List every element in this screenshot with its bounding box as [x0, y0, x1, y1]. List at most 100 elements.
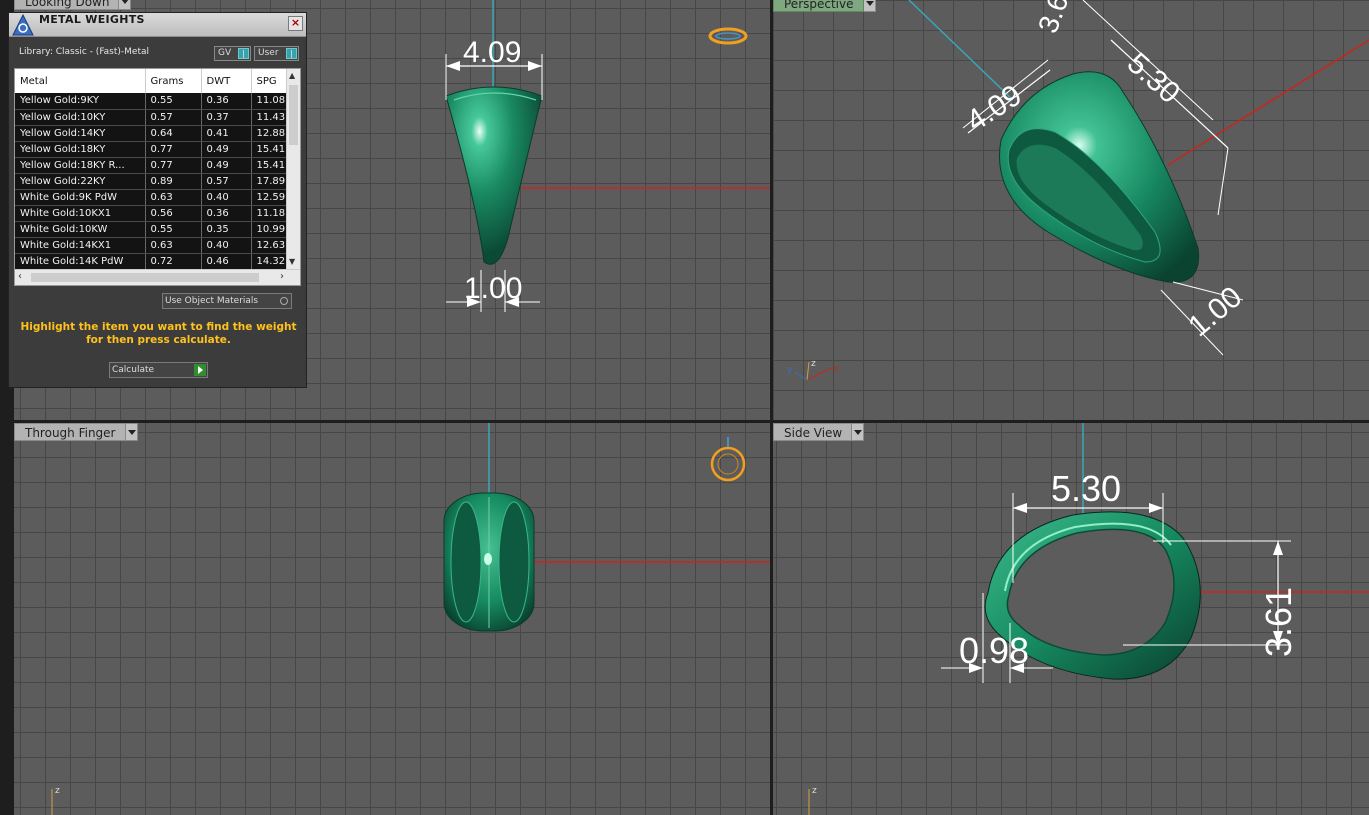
table-row[interactable]: Yellow Gold:18KY 0.77 0.49 15.41 — [15, 141, 287, 158]
viewport-perspective[interactable]: Perspective 4.09 5.30 3.6 1.00 x z y — [773, 0, 1369, 420]
cell-grams: 0.63 — [145, 189, 202, 206]
dim-top-width: 4.09 — [463, 36, 521, 69]
scrollbar-thumb[interactable] — [289, 85, 298, 145]
cell-metal: White Gold:10KW — [15, 221, 146, 238]
dim-top-bottom: 1.00 — [464, 272, 522, 305]
axis-indicator-icon: z — [51, 786, 60, 815]
metal-table-container[interactable]: Metal Grams DWT SPG Yellow Gold:9KY 0.55 0… — [14, 68, 301, 286]
column-header-metal[interactable]: Metal — [15, 69, 146, 93]
instruction-text: Highlight the item you want to find the … — [20, 321, 297, 346]
cell-dwt: 0.57 — [201, 173, 252, 190]
column-header-grams[interactable]: Grams — [145, 69, 202, 93]
cell-grams: 0.55 — [145, 221, 202, 238]
cell-dwt: 0.40 — [201, 237, 252, 254]
viewport-side-view[interactable]: Side View 5.30 3.61 0.98 z — [773, 423, 1369, 815]
column-header-spg[interactable]: SPG — [251, 69, 287, 93]
view-gizmo-icon[interactable] — [710, 437, 746, 482]
play-arrow-icon — [194, 364, 206, 376]
radio-icon[interactable] — [280, 297, 288, 305]
cell-spg: 17.89 — [251, 173, 287, 190]
axis-triad-icon: x z y — [787, 359, 839, 381]
cell-dwt: 0.37 — [201, 109, 252, 126]
panel-titlebar[interactable]: METAL WEIGHTS × — [9, 13, 306, 37]
svg-text:y: y — [787, 365, 793, 375]
cell-dwt: 0.35 — [201, 221, 252, 238]
svg-text:z: z — [812, 786, 817, 796]
table-row[interactable]: White Gold:14KX1 0.63 0.40 12.63 — [15, 237, 287, 254]
table-row[interactable]: Yellow Gold:22KY 0.89 0.57 17.89 — [15, 173, 287, 190]
dim-persp-height: 3.6 — [1032, 0, 1074, 37]
use-object-materials-label: Use Object Materials — [165, 296, 259, 306]
cell-spg: 15.41 — [251, 157, 287, 174]
cell-dwt: 0.41 — [201, 125, 252, 142]
cell-metal: Yellow Gold:14KY — [15, 125, 146, 142]
cell-dwt: 0.49 — [201, 157, 252, 174]
calculate-label: Calculate — [112, 365, 155, 375]
gv-toggle-label: GV — [218, 48, 232, 58]
cell-spg: 11.18 — [251, 205, 287, 222]
cell-dwt: 0.49 — [201, 141, 252, 158]
cell-metal: Yellow Gold:9KY — [15, 93, 146, 110]
table-row[interactable]: Yellow Gold:14KY 0.64 0.41 12.88 — [15, 125, 287, 142]
cell-spg: 11.43 — [251, 109, 287, 126]
table-header-row: Metal Grams DWT SPG — [15, 69, 287, 93]
viewport-through-finger[interactable]: Through Finger z — [14, 423, 770, 815]
cell-grams: 0.72 — [145, 253, 202, 270]
calculate-button[interactable]: Calculate — [109, 362, 208, 378]
dim-side-length: 5.30 — [1051, 468, 1121, 509]
column-header-dwt[interactable]: DWT — [201, 69, 252, 93]
cell-spg: 15.41 — [251, 141, 287, 158]
cell-dwt: 0.36 — [201, 205, 252, 222]
toggle-knob-icon: | — [238, 48, 249, 59]
cell-metal: Yellow Gold:22KY — [15, 173, 146, 190]
cell-metal: White Gold:14K PdW — [15, 253, 146, 270]
svg-text:x: x — [833, 364, 839, 374]
ring-top-view — [445, 86, 543, 265]
scroll-up-icon[interactable]: ▲ — [289, 71, 295, 81]
dim-side-height: 3.61 — [1258, 587, 1299, 657]
cell-metal: Yellow Gold:18KY — [15, 141, 146, 158]
cell-grams: 0.64 — [145, 125, 202, 142]
axis-indicator-icon: z — [808, 786, 817, 815]
table-row[interactable]: Yellow Gold:10KY 0.57 0.37 11.43 — [15, 109, 287, 126]
table-row[interactable]: White Gold:10KW 0.55 0.35 10.99 — [15, 221, 287, 238]
horizontal-scrollbar[interactable]: ‹ › — [15, 269, 300, 285]
table-row[interactable]: White Gold:14K PdW 0.72 0.46 14.32 — [15, 253, 287, 270]
cell-dwt: 0.46 — [201, 253, 252, 270]
table-row[interactable]: White Gold:10KX1 0.56 0.36 11.18 — [15, 205, 287, 222]
cell-grams: 0.77 — [145, 141, 202, 158]
cell-metal: White Gold:10KX1 — [15, 205, 146, 222]
user-toggle[interactable]: User | — [254, 46, 299, 61]
through-finger-scene: z — [51, 423, 770, 815]
table-row[interactable]: Yellow Gold:9KY 0.55 0.36 11.08 — [15, 93, 287, 110]
library-label: Library: Classic - (Fast)-Metal — [19, 47, 150, 57]
app-logo-icon — [12, 13, 34, 36]
metal-table: Metal Grams DWT SPG Yellow Gold:9KY 0.55 0… — [15, 69, 287, 270]
table-row[interactable]: White Gold:9K PdW 0.63 0.40 12.59 — [15, 189, 287, 206]
metal-weights-panel[interactable]: METAL WEIGHTS × Library: Classic - (Fast… — [8, 12, 307, 388]
svg-text:z: z — [55, 786, 60, 796]
cell-metal: Yellow Gold:18KY R... — [15, 157, 146, 174]
side-view-scene: 5.30 3.61 0.98 z — [808, 423, 1369, 815]
cell-spg: 10.99 — [251, 221, 287, 238]
cell-grams: 0.63 — [145, 237, 202, 254]
scrollbar-thumb[interactable] — [31, 273, 259, 282]
use-object-materials-option[interactable]: Use Object Materials — [162, 293, 292, 309]
cell-grams: 0.77 — [145, 157, 202, 174]
gv-toggle[interactable]: GV | — [214, 46, 251, 61]
cell-metal: White Gold:14KX1 — [15, 237, 146, 254]
cell-grams: 0.57 — [145, 109, 202, 126]
scroll-left-icon[interactable]: ‹ — [18, 271, 22, 282]
dim-side-thickness: 0.98 — [959, 630, 1029, 671]
user-toggle-label: User — [258, 48, 279, 58]
vertical-scrollbar[interactable]: ▲ ▼ — [286, 69, 300, 269]
scroll-right-icon[interactable]: › — [280, 271, 284, 282]
view-gizmo-icon[interactable] — [708, 27, 748, 45]
dim-persp-bottom: 1.00 — [1182, 280, 1248, 343]
svg-text:z: z — [811, 359, 816, 369]
cell-spg: 12.63 — [251, 237, 287, 254]
cell-grams: 0.55 — [145, 93, 202, 110]
close-button[interactable]: × — [288, 16, 303, 31]
table-row[interactable]: Yellow Gold:18KY R... 0.77 0.49 15.41 — [15, 157, 287, 174]
scroll-down-icon[interactable]: ▼ — [289, 257, 295, 267]
